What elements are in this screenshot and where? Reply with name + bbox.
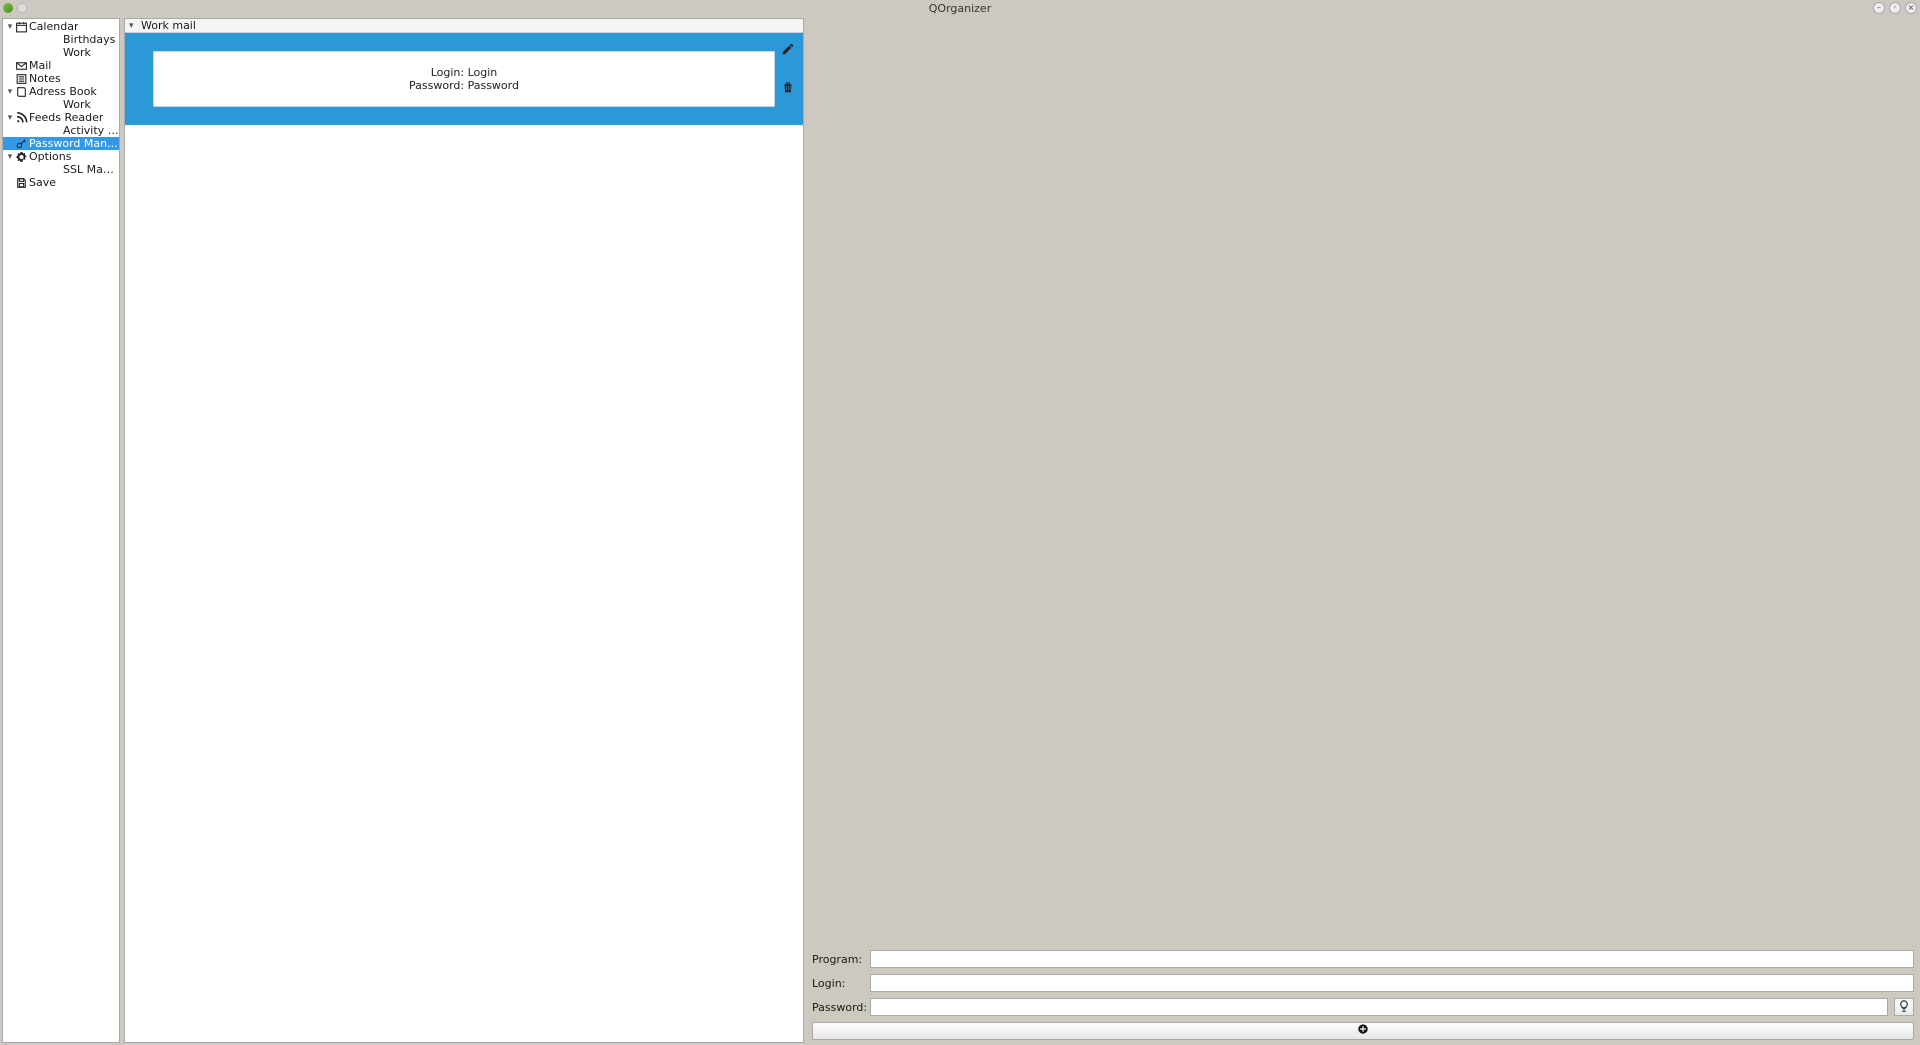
no-icon — [49, 34, 62, 46]
sidebar-item-calendar[interactable]: ▾ Calendar — [3, 20, 119, 33]
password-input[interactable] — [870, 998, 1888, 1016]
sidebar-item-label: Feeds Reader — [29, 111, 103, 124]
right-panel: Program: Login: Password: — [808, 18, 1918, 1043]
program-label: Program: — [812, 953, 864, 966]
book-icon — [15, 86, 28, 98]
entry-login-label: Login: — [431, 66, 464, 79]
bulb-icon — [1897, 999, 1911, 1016]
sidebar-item-label: Birthdays — [63, 33, 115, 46]
notes-icon — [15, 73, 28, 85]
entries-list: Login: Login Password: Password — [125, 33, 803, 1042]
expander-icon[interactable]: ▾ — [5, 113, 15, 123]
gear-icon — [15, 151, 28, 163]
pencil-icon — [781, 42, 795, 59]
window-title: QOrganizer — [0, 2, 1920, 15]
sidebar-item-sslmanager[interactable]: SSL Manager — [3, 163, 119, 176]
sidebar-item-label: Notes — [29, 72, 61, 85]
sidebar-item-label: Options — [29, 150, 71, 163]
entry-password-row: Password: Password — [409, 79, 519, 92]
edit-button[interactable] — [779, 41, 797, 59]
chevron-down-icon: ▾ — [129, 21, 139, 31]
expander-icon[interactable]: ▾ — [5, 87, 15, 97]
sidebar-item-label: Calendar — [29, 20, 78, 33]
main-panel: ▾ Work mail Login: Login Password: Passw… — [124, 18, 804, 1043]
sidebar-item-work-cal[interactable]: Work — [3, 46, 119, 59]
login-label: Login: — [812, 977, 864, 990]
sidebar-item-label: SSL Manager — [63, 163, 119, 176]
expander-icon[interactable]: ▾ — [5, 152, 15, 162]
login-input[interactable] — [870, 974, 1914, 992]
entry-password-value: Password — [468, 79, 519, 92]
entry-login-row: Login: Login — [431, 66, 498, 79]
titlebar: QOrganizer – ◦ × — [0, 0, 1920, 16]
no-icon — [49, 99, 62, 111]
sidebar-item-work-ab[interactable]: Work — [3, 98, 119, 111]
sidebar-item-activity[interactable]: Activity for QO... — [3, 124, 119, 137]
sidebar-item-feeds[interactable]: ▾ Feeds Reader — [3, 111, 119, 124]
sidebar-item-label: Password Man... — [29, 137, 118, 150]
entry-login-value: Login — [468, 66, 498, 79]
password-label: Password: — [812, 1001, 864, 1014]
section-header[interactable]: ▾ Work mail — [125, 19, 803, 33]
entry-tools — [779, 41, 797, 97]
section-title: Work mail — [141, 19, 196, 32]
no-icon — [49, 47, 62, 59]
sidebar-item-label: Adress Book — [29, 85, 97, 98]
sidebar-item-birthdays[interactable]: Birthdays — [3, 33, 119, 46]
sidebar-item-mail[interactable]: Mail — [3, 59, 119, 72]
sidebar-item-notes[interactable]: Notes — [3, 72, 119, 85]
no-icon — [49, 164, 62, 176]
sidebar-item-label: Save — [29, 176, 56, 189]
password-entry[interactable]: Login: Login Password: Password — [125, 33, 803, 125]
mail-icon — [15, 60, 28, 72]
key-icon — [15, 138, 28, 150]
sidebar-item-save[interactable]: Save — [3, 176, 119, 189]
sidebar-item-label: Mail — [29, 59, 51, 72]
sidebar-item-label: Work — [63, 98, 91, 111]
plus-icon — [1356, 1022, 1370, 1040]
expander-icon[interactable]: ▾ — [5, 22, 15, 32]
sidebar-item-options[interactable]: ▾ Options — [3, 150, 119, 163]
program-input[interactable] — [870, 950, 1914, 968]
no-icon — [49, 125, 62, 137]
sidebar: ▾CalendarBirthdaysWorkMailNotes▾Adress B… — [2, 18, 120, 1043]
rss-icon — [15, 112, 28, 124]
delete-button[interactable] — [779, 79, 797, 97]
sidebar-item-passwordman[interactable]: Password Man... — [3, 137, 119, 150]
calendar-icon — [15, 21, 28, 33]
add-entry-button[interactable] — [812, 1022, 1914, 1040]
client-area: ▾CalendarBirthdaysWorkMailNotes▾Adress B… — [0, 16, 1920, 1045]
sidebar-item-addressbook[interactable]: ▾ Adress Book — [3, 85, 119, 98]
add-entry-form: Program: Login: Password: — [808, 948, 1918, 1043]
entry-card: Login: Login Password: Password — [153, 51, 775, 107]
sidebar-item-label: Activity for QO... — [63, 124, 119, 137]
sidebar-item-label: Work — [63, 46, 91, 59]
right-empty-area — [808, 18, 1918, 948]
save-icon — [15, 177, 28, 189]
nav-tree: ▾CalendarBirthdaysWorkMailNotes▾Adress B… — [3, 19, 119, 190]
trash-icon — [781, 80, 795, 97]
entry-password-label: Password: — [409, 79, 464, 92]
reveal-password-button[interactable] — [1894, 998, 1914, 1016]
